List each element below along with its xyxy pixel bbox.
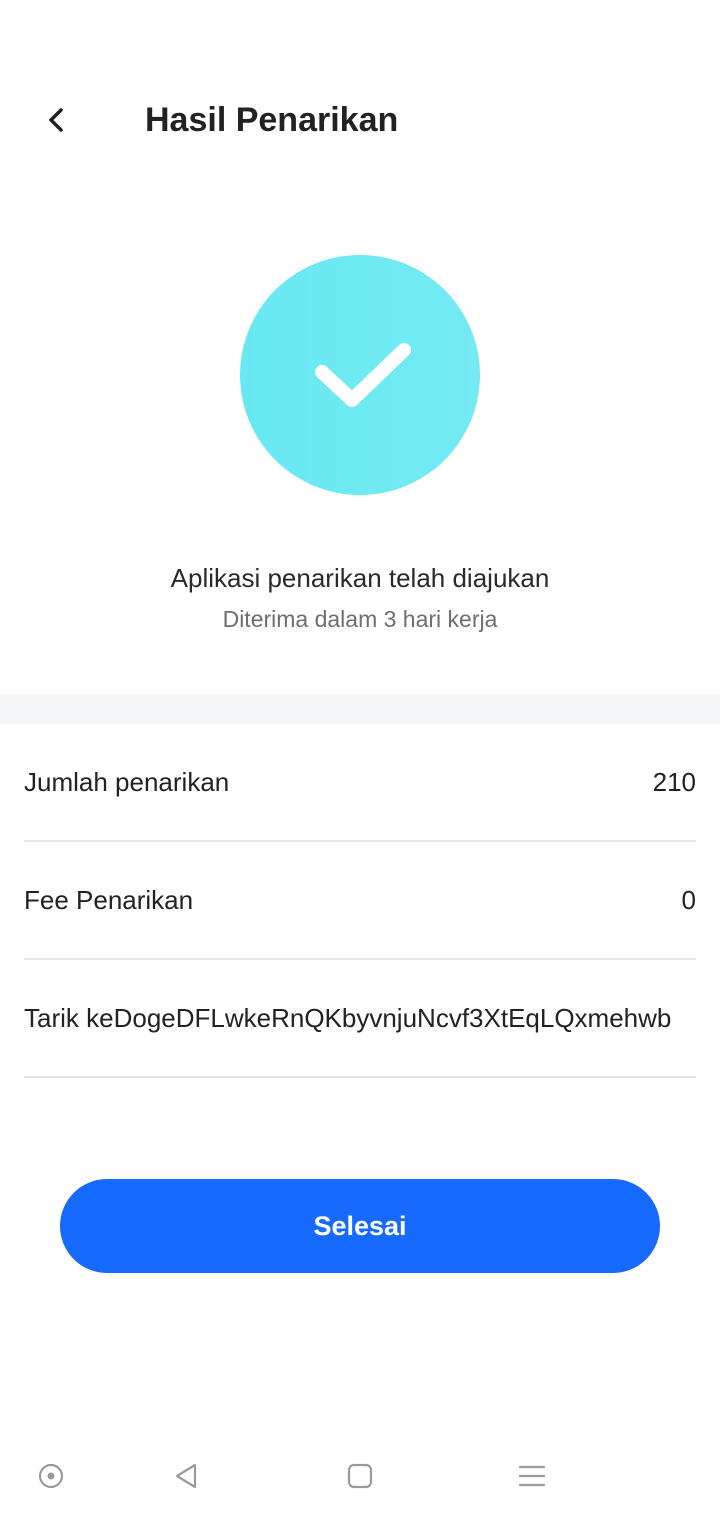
home-square-icon [347,1463,373,1489]
detail-row-fee: Fee Penarikan 0 [24,842,696,960]
nav-menu-button[interactable] [508,1456,556,1496]
system-nav-bar [0,1440,720,1520]
section-divider [0,694,720,724]
nav-home-button[interactable] [336,1456,384,1496]
fee-label: Fee Penarikan [24,884,194,915]
amount-value: 210 [652,766,696,797]
menu-lines-icon [518,1465,546,1487]
checkmark-icon [315,343,411,407]
detail-row-address: Tarik keDogeDFLwkeRnQKbyvnjuNcvf3XtEqLQx… [24,960,696,1078]
fee-value: 0 [681,884,696,915]
app-header: Hasil Penarikan [0,70,720,170]
status-submessage: Diterima dalam 3 hari kerja [222,606,498,632]
chevron-left-icon [49,108,63,132]
success-indicator [240,255,480,495]
amount-label: Jumlah penarikan [24,766,230,797]
page-title: Hasil Penarikan [145,101,399,139]
nav-back-button[interactable] [162,1456,210,1496]
status-message: Aplikasi penarikan telah diajukan [170,563,550,593]
destination-address: Tarik keDogeDFLwkeRnQKbyvnjuNcvf3XtEqLQx… [24,1002,672,1033]
back-triangle-icon [175,1463,197,1489]
back-button[interactable] [30,98,82,142]
assistant-icon [38,1463,64,1489]
done-button[interactable]: Selesai [60,1179,660,1273]
assistant-button[interactable] [27,1456,75,1496]
withdrawal-details: Jumlah penarikan 210 Fee Penarikan 0 Tar… [24,724,696,1078]
detail-row-amount: Jumlah penarikan 210 [24,724,696,842]
